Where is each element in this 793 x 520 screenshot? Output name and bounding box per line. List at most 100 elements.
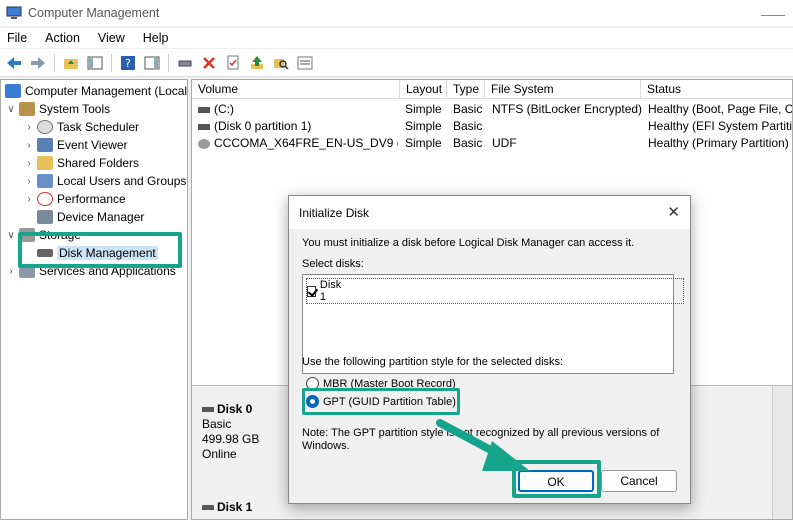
services-icon: [19, 264, 35, 278]
action-pane-icon: [144, 56, 160, 69]
chevron-down-icon[interactable]: ∨: [5, 104, 17, 115]
table-cell: Basic: [453, 102, 483, 116]
table-cell: Healthy (Boot, Page File, C: [648, 102, 793, 116]
chevron-down-icon[interactable]: ∨: [5, 230, 17, 241]
action-pane-button[interactable]: [142, 53, 162, 73]
list-view-icon: [297, 56, 313, 69]
disk-icon: [202, 407, 214, 413]
disk-unknown-icon: [202, 505, 214, 511]
forward-arrow-icon: [31, 56, 45, 69]
drive-icon: [198, 106, 210, 113]
performance-icon: [37, 192, 53, 206]
column-header-volume[interactable]: Volume: [192, 80, 400, 99]
list-button[interactable]: [295, 53, 315, 73]
gpt-note-line-2: Windows.: [302, 440, 350, 452]
tree-item-device-manager[interactable]: Device Manager: [35, 208, 144, 226]
properties-button[interactable]: [223, 53, 243, 73]
dvd-icon: [198, 138, 210, 149]
show-hide-tree-button[interactable]: [85, 53, 105, 73]
table-cell: Healthy (EFI System Partiti: [648, 119, 793, 133]
gpt-radio[interactable]: [306, 395, 319, 408]
close-icon[interactable]: ✕: [667, 203, 680, 221]
console-tree-icon: [87, 56, 103, 69]
table-cell: Basic: [453, 136, 483, 150]
disk-1-checkbox[interactable]: [307, 285, 316, 297]
folder-up-icon: [64, 58, 78, 69]
import-arrow-icon: [251, 55, 263, 69]
toolbar-separator: [168, 53, 169, 72]
tree-item-shared-folders[interactable]: › Shared Folders: [23, 154, 139, 172]
tree-item-performance[interactable]: › Performance: [23, 190, 126, 208]
magnifier-folder-icon: [274, 58, 289, 70]
shared-folder-icon: [37, 156, 53, 170]
import-button[interactable]: [247, 53, 267, 73]
disk-0-info[interactable]: Disk 0 Basic 499.98 GB Online: [202, 402, 292, 462]
column-header-type[interactable]: Type: [447, 80, 485, 99]
back-arrow-icon: [7, 56, 21, 69]
disk-icon: [37, 249, 53, 257]
chevron-right-icon[interactable]: ›: [23, 122, 35, 133]
table-cell: UDF: [492, 136, 517, 150]
toolbar-separator: [54, 53, 55, 72]
users-icon: [37, 174, 53, 188]
menu-file[interactable]: File: [7, 31, 27, 45]
forward-button[interactable]: [28, 53, 48, 73]
computer-management-icon: [6, 6, 22, 19]
disk-1-list-item[interactable]: Disk 1: [306, 278, 685, 304]
table-row[interactable]: CCCOMA_X64FRE_EN-US_DV9 (D:): [198, 135, 398, 152]
minimize-button[interactable]: [761, 0, 785, 16]
properties-icon: [227, 55, 239, 69]
cancel-button[interactable]: Cancel: [601, 470, 677, 492]
toolbar-separator: [111, 53, 112, 72]
chevron-right-icon[interactable]: ›: [23, 140, 35, 151]
gpt-option[interactable]: GPT (GUID Partition Table): [306, 395, 456, 408]
back-button[interactable]: [4, 53, 24, 73]
table-row[interactable]: (Disk 0 partition 1): [198, 118, 398, 135]
menu-bar: File Action View Help: [0, 28, 793, 48]
menu-help[interactable]: Help: [143, 31, 169, 45]
tree-item-system-tools[interactable]: ∨ System Tools: [5, 100, 110, 118]
partition-style-label: Use the following partition style for th…: [302, 356, 564, 368]
help-button[interactable]: ?: [118, 53, 138, 73]
dialog-title: Initialize Disk: [299, 206, 370, 220]
column-header-status[interactable]: Status: [641, 80, 792, 99]
event-viewer-icon: [37, 138, 53, 152]
tree-item-services-and-applications[interactable]: › Services and Applications: [5, 262, 176, 280]
mbr-radio[interactable]: [306, 377, 319, 390]
tree-item-task-scheduler[interactable]: › Task Scheduler: [23, 118, 139, 136]
mbr-option[interactable]: MBR (Master Boot Record): [306, 377, 456, 390]
chevron-right-icon[interactable]: ›: [23, 158, 35, 169]
chevron-right-icon[interactable]: ›: [23, 194, 35, 205]
console-tree: Computer Management (Local ∨ System Tool…: [0, 79, 188, 520]
tree-item-event-viewer[interactable]: › Event Viewer: [23, 136, 127, 154]
table-cell: Basic: [453, 119, 483, 133]
menu-action[interactable]: Action: [45, 31, 80, 45]
tree-item-local-users[interactable]: › Local Users and Groups: [23, 172, 186, 190]
menu-view[interactable]: View: [98, 31, 125, 45]
search-button[interactable]: [271, 53, 291, 73]
column-header-layout[interactable]: Layout: [400, 80, 447, 99]
toolbar: ?: [0, 49, 793, 77]
scrollbar[interactable]: [772, 386, 792, 519]
tree-item-computer-management[interactable]: Computer Management (Local: [3, 82, 187, 100]
chevron-right-icon[interactable]: ›: [23, 176, 35, 187]
table-cell: Simple: [405, 136, 442, 150]
window-title: Computer Management: [28, 6, 160, 20]
tree-item-storage[interactable]: ∨ Storage: [5, 226, 81, 244]
tree-item-disk-management[interactable]: Disk Management: [35, 244, 158, 262]
connect-drive-icon: [178, 60, 192, 66]
disk-1-info[interactable]: Disk 1: [202, 500, 292, 515]
chevron-right-icon[interactable]: ›: [5, 266, 17, 277]
svg-text:?: ?: [125, 57, 131, 70]
help-icon: ?: [121, 55, 135, 70]
column-header-file-system[interactable]: File System: [485, 80, 641, 99]
table-cell: Simple: [405, 102, 442, 116]
delete-x-icon: [203, 56, 215, 69]
delete-button[interactable]: [199, 53, 219, 73]
select-disks-label: Select disks:: [302, 258, 364, 270]
drive-icon: [198, 123, 210, 130]
up-folder-button[interactable]: [61, 53, 81, 73]
device-manager-icon: [37, 210, 53, 224]
table-row[interactable]: (C:): [198, 101, 398, 118]
connect-button[interactable]: [175, 53, 195, 73]
